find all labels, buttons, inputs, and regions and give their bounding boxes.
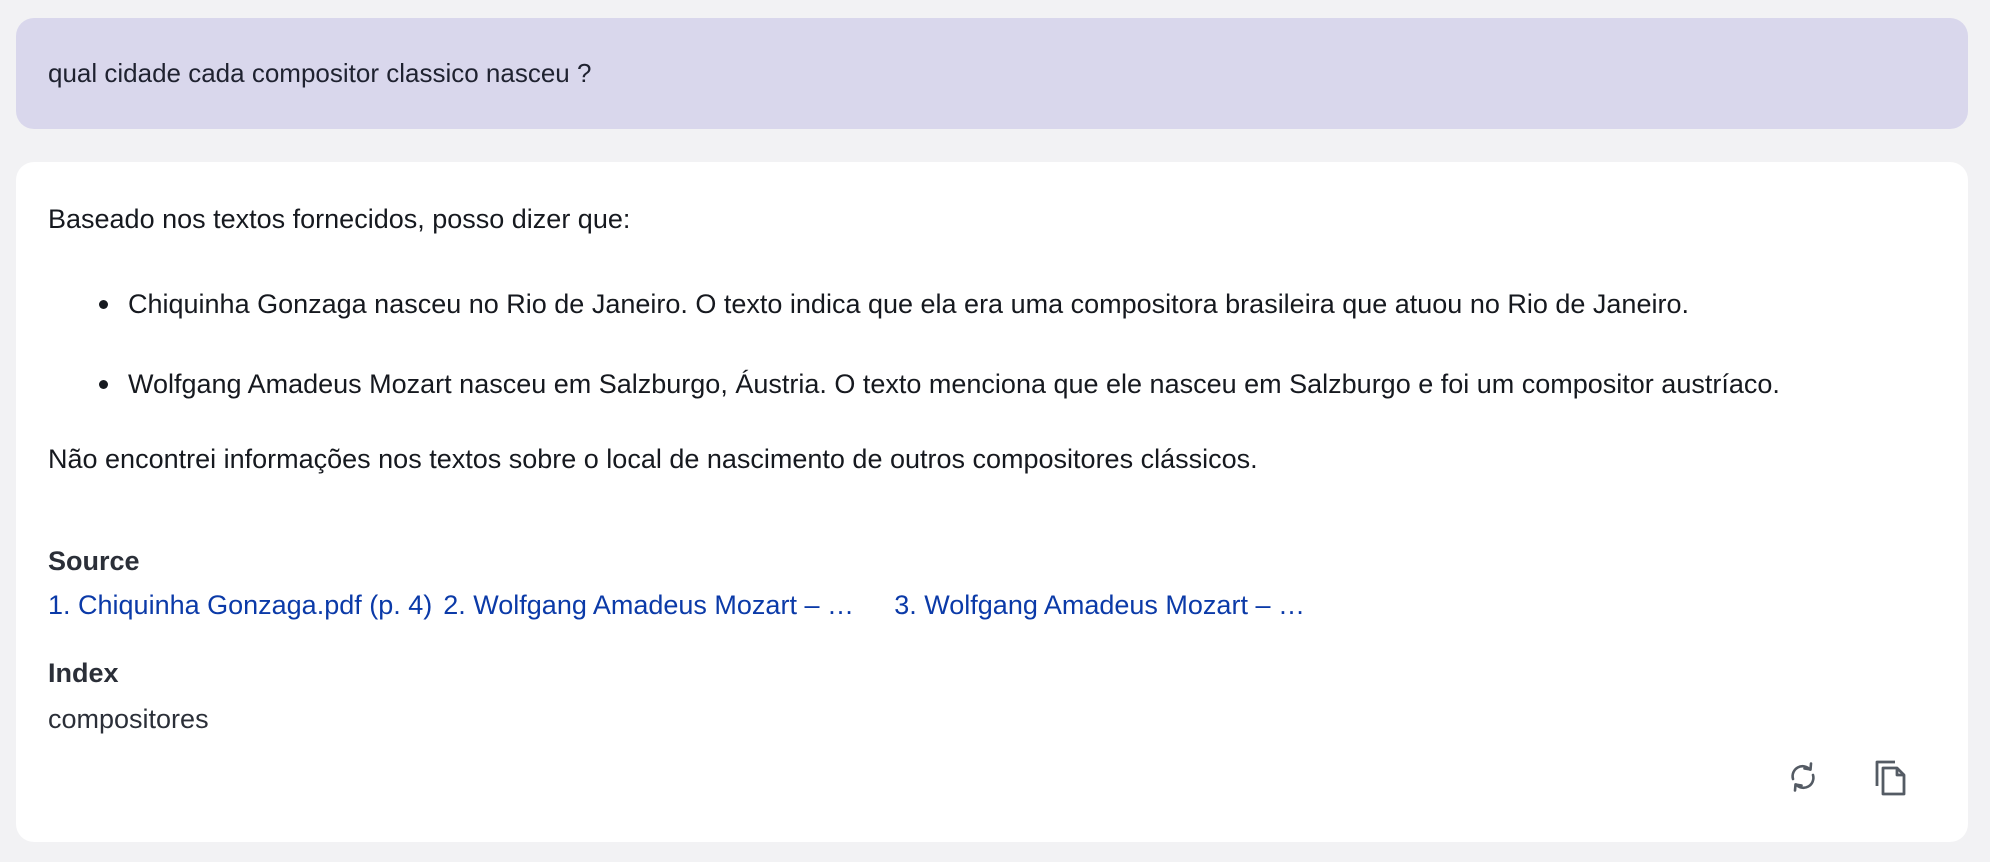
user-question-text: qual cidade cada compositor classico nas… — [48, 58, 592, 88]
refresh-icon — [1791, 762, 1815, 792]
answer-bullet-item: Chiquinha Gonzaga nasceu no Rio de Janei… — [48, 284, 1780, 324]
source-links: 1. Chiquinha Gonzaga.pdf (p. 4) 2. Wolfg… — [48, 590, 1305, 621]
answer-bullet-item: Wolfgang Amadeus Mozart nasceu em Salzbu… — [48, 364, 1780, 404]
assistant-answer-card: Baseado nos textos fornecidos, posso diz… — [16, 162, 1968, 842]
regenerate-button[interactable] — [1781, 755, 1825, 799]
bullet-dot-icon — [99, 300, 108, 309]
source-heading: Source — [48, 546, 140, 576]
copy-button[interactable] — [1868, 755, 1912, 799]
index-value: compositores — [48, 704, 209, 734]
answer-bullet-text: Wolfgang Amadeus Mozart nasceu em Salzbu… — [128, 369, 1780, 399]
bullet-dot-icon — [99, 380, 108, 389]
source-link-2[interactable]: 2. Wolfgang Amadeus Mozart – … — [443, 590, 883, 621]
copy-icon — [1875, 760, 1906, 796]
user-question-bubble: qual cidade cada compositor classico nas… — [16, 18, 1968, 129]
source-link-3[interactable]: 3. Wolfgang Amadeus Mozart – … — [894, 590, 1305, 621]
answer-bullet-text: Chiquinha Gonzaga nasceu no Rio de Janei… — [128, 289, 1689, 319]
answer-intro: Baseado nos textos fornecidos, posso diz… — [48, 204, 631, 234]
index-heading: Index — [48, 658, 119, 688]
answer-closing: Não encontrei informações nos textos sob… — [48, 444, 1258, 474]
source-link-1[interactable]: 1. Chiquinha Gonzaga.pdf (p. 4) — [48, 590, 432, 621]
answer-bullet-list: Chiquinha Gonzaga nasceu no Rio de Janei… — [48, 284, 1780, 444]
